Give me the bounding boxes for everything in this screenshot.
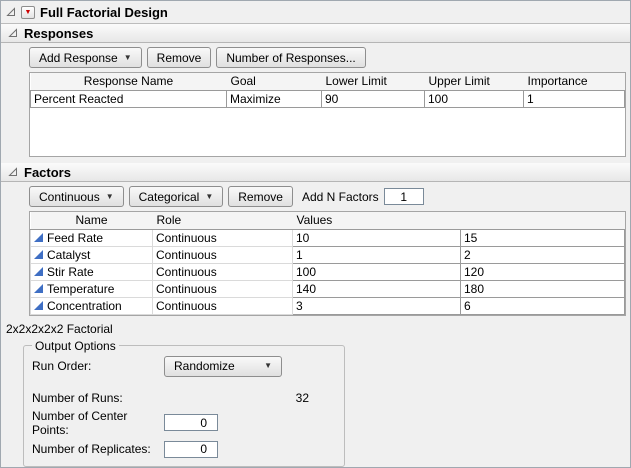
- factor-name-cell[interactable]: Temperature: [31, 280, 153, 297]
- col-upper-limit: Upper Limit: [425, 73, 524, 90]
- factor-low-value-cell[interactable]: 100: [293, 263, 461, 280]
- responses-section-header[interactable]: Responses: [1, 24, 630, 43]
- factor-role-cell[interactable]: Continuous: [153, 246, 293, 263]
- continuous-label: Continuous: [39, 190, 100, 204]
- factor-high-value-cell[interactable]: 2: [461, 246, 625, 263]
- center-points-input[interactable]: [164, 414, 218, 431]
- remove-response-button[interactable]: Remove: [147, 47, 212, 68]
- col-lower-limit: Lower Limit: [322, 73, 425, 90]
- factor-row: Concentration Continuous 3 6: [31, 297, 625, 314]
- factor-row: Stir Rate Continuous 100 120: [31, 263, 625, 280]
- factor-name: Temperature: [47, 282, 114, 296]
- factor-row: Catalyst Continuous 1 2: [31, 246, 625, 263]
- col-values: Values: [293, 212, 625, 229]
- factor-name: Concentration: [47, 299, 122, 313]
- factor-name-cell[interactable]: Stir Rate: [31, 263, 153, 280]
- remove-factor-button[interactable]: Remove: [228, 186, 293, 207]
- output-options-group: Output Options Run Order: Randomize ▼ Nu…: [23, 339, 345, 467]
- factor-role-cell[interactable]: Continuous: [153, 280, 293, 297]
- col-role: Role: [153, 212, 293, 229]
- add-response-label: Add Response: [39, 51, 118, 65]
- add-response-button[interactable]: Add Response ▼: [29, 47, 142, 68]
- continuous-factor-icon: [34, 284, 43, 293]
- factors-table: Name Role Values Feed Rate Continuous 10…: [30, 212, 625, 315]
- responses-header-row: Response Name Goal Lower Limit Upper Lim…: [31, 73, 625, 90]
- continuous-factor-icon: [34, 267, 43, 276]
- factors-disclosure-icon[interactable]: [8, 167, 18, 177]
- factors-section-body: Continuous ▼ Categorical ▼ Remove Add N …: [29, 186, 630, 316]
- col-name: Name: [31, 212, 153, 229]
- responses-header-label: Responses: [24, 26, 93, 41]
- factor-low-value-cell[interactable]: 3: [293, 297, 461, 314]
- number-of-runs-label: Number of Runs:: [32, 391, 164, 405]
- response-goal-cell[interactable]: Maximize: [227, 90, 322, 107]
- outline-title-bar: ▼ Full Factorial Design: [1, 1, 630, 24]
- replicates-label: Number of Replicates:: [32, 442, 164, 456]
- factors-header-label: Factors: [24, 165, 71, 180]
- run-order-label: Run Order:: [32, 359, 164, 373]
- red-triangle-menu-icon[interactable]: ▼: [21, 6, 35, 19]
- factors-button-row: Continuous ▼ Categorical ▼ Remove Add N …: [29, 186, 630, 207]
- dropdown-arrow-icon: ▼: [205, 193, 213, 201]
- output-options-legend: Output Options: [32, 339, 119, 353]
- number-of-runs-value: 32: [164, 391, 309, 405]
- add-n-factors-label: Add N Factors: [302, 190, 379, 204]
- page-title: Full Factorial Design: [40, 5, 168, 20]
- responses-disclosure-icon[interactable]: [8, 28, 18, 38]
- factor-low-value-cell[interactable]: 140: [293, 280, 461, 297]
- design-summary-label: 2x2x2x2x2 Factorial: [6, 322, 630, 336]
- factor-low-value-cell[interactable]: 1: [293, 246, 461, 263]
- factors-table-panel: Name Role Values Feed Rate Continuous 10…: [29, 211, 626, 316]
- response-importance-cell[interactable]: 1: [524, 90, 625, 107]
- full-factorial-design-window: ▼ Full Factorial Design Responses Add Re…: [0, 0, 631, 468]
- response-lower-limit-cell[interactable]: 90: [322, 90, 425, 107]
- factor-name-cell[interactable]: Catalyst: [31, 246, 153, 263]
- factor-name-cell[interactable]: Feed Rate: [31, 229, 153, 246]
- factor-high-value-cell[interactable]: 180: [461, 280, 625, 297]
- categorical-dropdown-button[interactable]: Categorical ▼: [129, 186, 224, 207]
- continuous-factor-icon: [34, 233, 43, 242]
- dropdown-arrow-icon: ▼: [264, 362, 272, 370]
- categorical-label: Categorical: [139, 190, 200, 204]
- factor-name-cell[interactable]: Concentration: [31, 297, 153, 314]
- disclosure-triangle-icon[interactable]: [6, 7, 16, 17]
- replicates-input[interactable]: [164, 441, 218, 458]
- col-goal: Goal: [227, 73, 322, 90]
- factor-low-value-cell[interactable]: 10: [293, 229, 461, 246]
- col-response-name: Response Name: [31, 73, 227, 90]
- factor-high-value-cell[interactable]: 6: [461, 297, 625, 314]
- factor-high-value-cell[interactable]: 120: [461, 263, 625, 280]
- factor-name: Stir Rate: [47, 265, 94, 279]
- factor-row: Temperature Continuous 140 180: [31, 280, 625, 297]
- continuous-dropdown-button[interactable]: Continuous ▼: [29, 186, 124, 207]
- continuous-factor-icon: [34, 250, 43, 259]
- number-of-responses-button[interactable]: Number of Responses...: [216, 47, 365, 68]
- factors-section-header[interactable]: Factors: [1, 163, 630, 182]
- responses-table-panel: Response Name Goal Lower Limit Upper Lim…: [29, 72, 626, 157]
- col-importance: Importance: [524, 73, 625, 90]
- factor-row: Feed Rate Continuous 10 15: [31, 229, 625, 246]
- factor-role-cell[interactable]: Continuous: [153, 263, 293, 280]
- add-n-factors-input[interactable]: [384, 188, 424, 205]
- continuous-factor-icon: [34, 301, 43, 310]
- responses-section-body: Add Response ▼ Remove Number of Response…: [29, 47, 630, 157]
- run-order-value: Randomize: [174, 359, 235, 373]
- responses-button-row: Add Response ▼ Remove Number of Response…: [29, 47, 630, 68]
- factor-name: Feed Rate: [47, 231, 103, 245]
- responses-table: Response Name Goal Lower Limit Upper Lim…: [30, 73, 625, 108]
- response-upper-limit-cell[interactable]: 100: [425, 90, 524, 107]
- response-row: Percent Reacted Maximize 90 100 1: [31, 90, 625, 107]
- run-order-dropdown[interactable]: Randomize ▼: [164, 356, 282, 377]
- factor-high-value-cell[interactable]: 15: [461, 229, 625, 246]
- dropdown-arrow-icon: ▼: [124, 54, 132, 62]
- factor-role-cell[interactable]: Continuous: [153, 229, 293, 246]
- center-points-label: Number of Center Points:: [32, 409, 164, 437]
- response-name-cell[interactable]: Percent Reacted: [31, 90, 227, 107]
- dropdown-arrow-icon: ▼: [106, 193, 114, 201]
- spacer: [32, 381, 336, 387]
- factors-header-row: Name Role Values: [31, 212, 625, 229]
- output-options-grid: Run Order: Randomize ▼ Number of Runs: 3…: [32, 356, 336, 458]
- factor-role-cell[interactable]: Continuous: [153, 297, 293, 314]
- factor-name: Catalyst: [47, 248, 90, 262]
